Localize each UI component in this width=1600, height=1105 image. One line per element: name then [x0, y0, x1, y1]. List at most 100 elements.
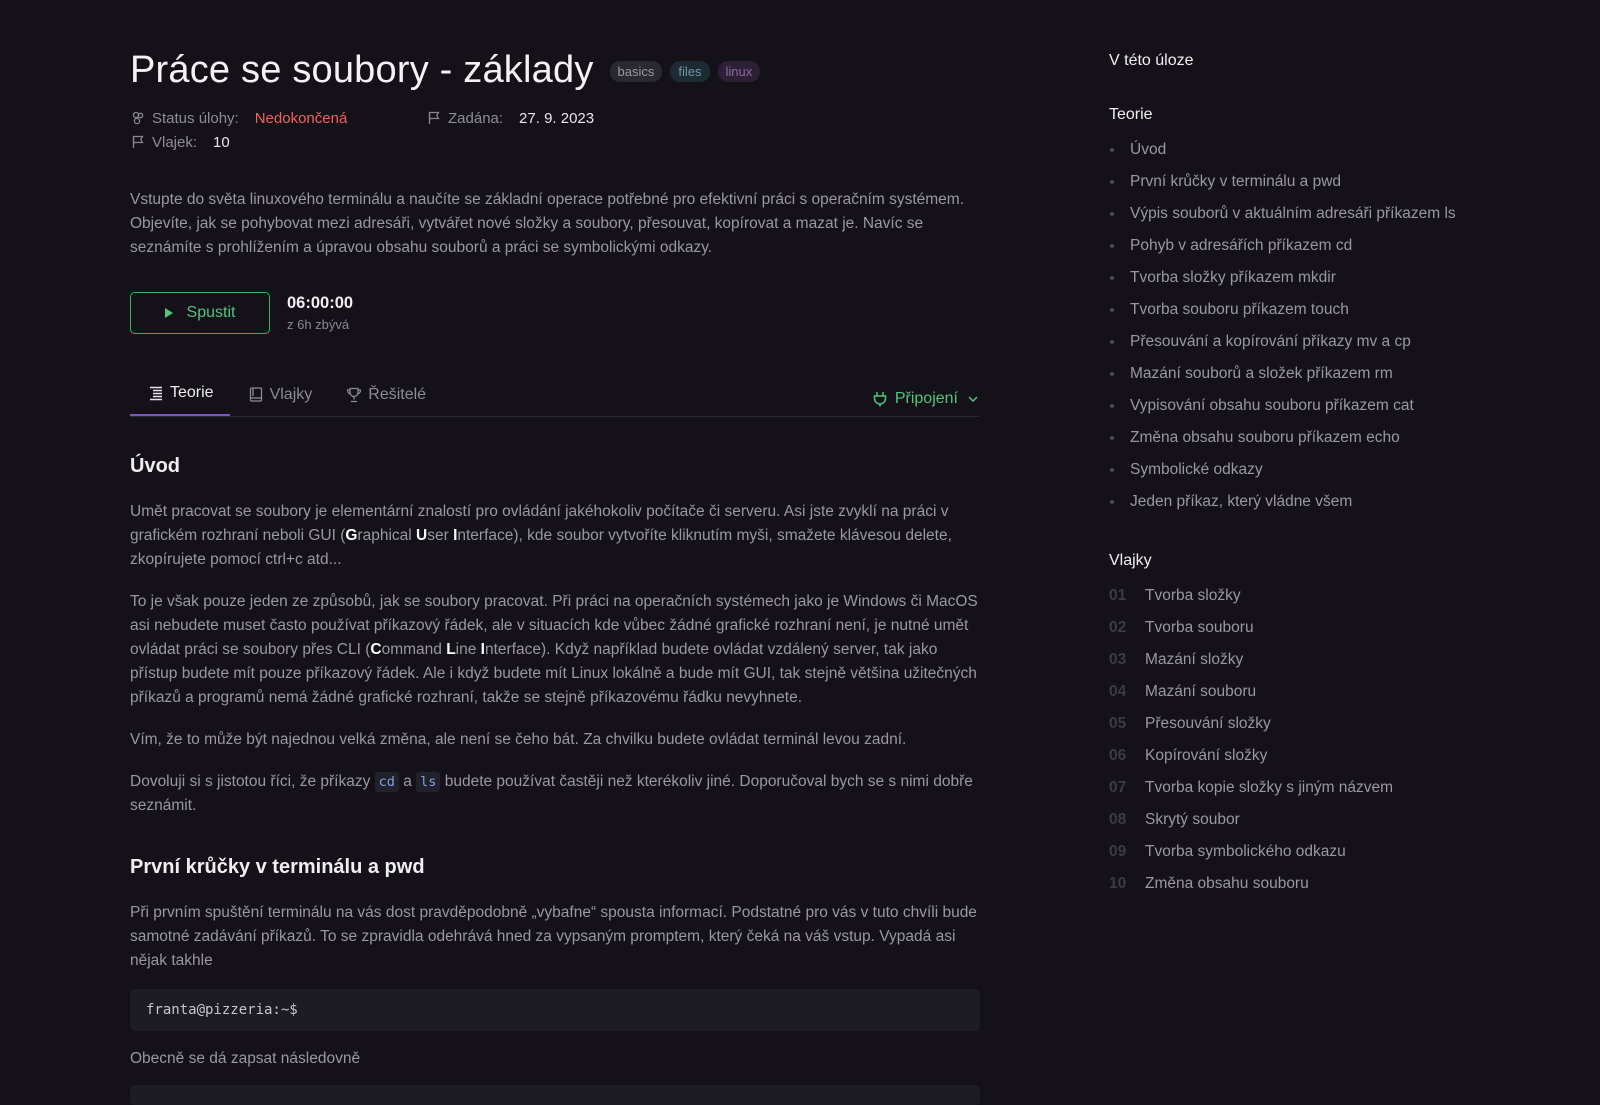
flag-item[interactable]: 01 Tvorba složky — [1109, 580, 1579, 612]
flag-item[interactable]: 07 Tvorba kopie složky s jiným názvem — [1109, 772, 1579, 804]
flags-count-label: Vlajek: — [152, 133, 198, 151]
text: a — [398, 773, 417, 790]
flag-item[interactable]: 09 Tvorba symbolického odkazu — [1109, 836, 1579, 868]
toc-item[interactable]: První krůčky v terminálu a pwd — [1109, 166, 1579, 198]
toc-item-label: Tvorba složky příkazem mkdir — [1130, 269, 1336, 286]
plug-icon — [873, 391, 887, 407]
list-icon — [148, 385, 164, 401]
tag-list: basics files linux — [609, 60, 761, 82]
text: ser — [427, 527, 454, 544]
flag-item[interactable]: 06 Kopírování složky — [1109, 740, 1579, 772]
paragraph: Při prvním spuštění terminálu na vás dos… — [130, 904, 977, 969]
toc-item[interactable]: Změna obsahu souboru příkazem echo — [1109, 422, 1579, 454]
toc-item-label: Úvod — [1130, 141, 1167, 158]
flag-label: Tvorba souboru — [1145, 619, 1254, 636]
toc-item[interactable]: Výpis souborů v aktuálním adresáři příka… — [1109, 198, 1579, 230]
toc-item-label: Mazání souborů a složek příkazem rm — [1130, 365, 1393, 382]
flag-item[interactable]: 04 Mazání souboru — [1109, 676, 1579, 708]
toc-item[interactable]: Tvorba souboru příkazem touch — [1109, 294, 1579, 326]
flag-label: Mazání souboru — [1145, 683, 1257, 700]
flag-label: Změna obsahu souboru — [1145, 875, 1309, 892]
flag-label: Přesouvání složky — [1145, 715, 1271, 732]
book-icon — [248, 387, 264, 403]
tab-bar: Teorie Vlajky Řešitelé Připojení — [130, 372, 980, 417]
section-heading-pwd: První krůčky v terminálu a pwd — [130, 856, 425, 878]
flag-number: 10 — [1109, 875, 1127, 892]
toc-item-label: Symbolické odkazy — [1130, 461, 1263, 478]
emphasis: U — [416, 527, 428, 544]
toc-item-label: Přesouvání a kopírování příkazy mv a cp — [1130, 333, 1411, 350]
bullet-icon — [1110, 212, 1114, 216]
toc-item[interactable]: Tvorba složky příkazem mkdir — [1109, 262, 1579, 294]
tag-linux[interactable]: linux — [717, 60, 761, 82]
code-block[interactable]: franta@pizzeria:~$ — [130, 989, 980, 1031]
paragraph: To je však pouze jeden ze způsobů, jak s… — [130, 590, 980, 710]
meta-row-1: Status úlohy: Nedokončená Zadána: 27. 9.… — [130, 106, 980, 130]
flag-label: Skrytý soubor — [1145, 811, 1240, 828]
paragraph: Obecně se dá zapsat následovně — [130, 1050, 361, 1067]
meta-row-2: Vlajek: 10 — [130, 130, 980, 154]
bullet-icon — [1110, 468, 1114, 472]
tab-solvers-label: Řešitelé — [368, 385, 427, 403]
start-button-label: Spustit — [186, 304, 236, 321]
flag-icon — [426, 110, 442, 126]
emphasis: L — [446, 641, 456, 658]
bullet-icon — [1110, 436, 1114, 440]
toc-item[interactable]: Mazání souborů a složek příkazem rm — [1109, 358, 1579, 390]
play-icon — [164, 308, 173, 318]
flag-icon — [130, 134, 146, 150]
tab-flags[interactable]: Vlajky — [230, 373, 329, 416]
connection-dropdown[interactable]: Připojení — [873, 390, 978, 408]
task-meta: Status úlohy: Nedokončená Zadána: 27. 9.… — [130, 106, 980, 154]
flag-item[interactable]: 02 Tvorba souboru — [1109, 612, 1579, 644]
flag-item[interactable]: 03 Mazání složky — [1109, 644, 1579, 676]
toc-item[interactable]: Úvod — [1109, 134, 1579, 166]
bullet-icon — [1110, 276, 1114, 280]
timer: 06:00:00 z 6h zbývá — [287, 294, 353, 332]
flag-item[interactable]: 10 Změna obsahu souboru — [1109, 868, 1579, 900]
tag-files[interactable]: files — [670, 60, 710, 82]
tab-solvers[interactable]: Řešitelé — [328, 373, 442, 416]
timer-value: 06:00:00 — [287, 294, 354, 312]
sidebar-theory-heading: Teorie — [1109, 106, 1153, 123]
theory-content: Úvod Umět pracovat se soubory je element… — [130, 455, 980, 1105]
task-description: Vstupte do světa linuxového terminálu a … — [130, 191, 965, 256]
code-block[interactable] — [130, 1085, 980, 1105]
tab-flags-label: Vlajky — [269, 385, 313, 403]
flag-label: Tvorba symbolického odkazu — [1145, 843, 1346, 860]
toc-item-label: Pohyb v adresářích příkazem cd — [1130, 237, 1353, 254]
flag-number: 03 — [1109, 651, 1127, 668]
flag-label: Tvorba složky — [1145, 587, 1241, 604]
section-heading-intro: Úvod — [130, 455, 180, 477]
tab-theory-label: Teorie — [170, 384, 214, 401]
run-row: Spustit 06:00:00 z 6h zbývá — [130, 292, 980, 334]
sidebar: V této úloze Teorie Úvod První krůčky v … — [1109, 0, 1579, 900]
paragraph: Umět pracovat se soubory je elementární … — [130, 500, 980, 572]
toc-item[interactable]: Symbolické odkazy — [1109, 454, 1579, 486]
text: ommand — [381, 641, 447, 658]
flag-item[interactable]: 05 Přesouvání složky — [1109, 708, 1579, 740]
bullet-icon — [1110, 148, 1114, 152]
start-button[interactable]: Spustit — [130, 292, 270, 334]
flag-number: 07 — [1109, 779, 1127, 796]
tab-theory[interactable]: Teorie — [130, 372, 230, 416]
toc-item[interactable]: Přesouvání a kopírování příkazy mv a cp — [1109, 326, 1579, 358]
text: nterface — [457, 527, 514, 544]
page-title: Práce se soubory - základy — [130, 48, 594, 91]
assigned-value: 27. 9. 2023 — [519, 109, 595, 127]
tag-basics[interactable]: basics — [609, 60, 663, 82]
toc-item-label: Změna obsahu souboru příkazem echo — [1130, 429, 1400, 446]
sidebar-flags-heading: Vlajky — [1109, 552, 1152, 569]
flags-list: 01 Tvorba složky 02 Tvorba souboru 03 Mazán… — [1109, 580, 1579, 900]
bullet-icon — [1110, 404, 1114, 408]
assigned-label: Zadána: — [448, 109, 504, 127]
bullet-icon — [1110, 500, 1114, 504]
emphasis: G — [345, 527, 358, 544]
bullet-icon — [1110, 340, 1114, 344]
flag-item[interactable]: 08 Skrytý soubor — [1109, 804, 1579, 836]
toc-item[interactable]: Vypisování obsahu souboru příkazem cat — [1109, 390, 1579, 422]
text: raphical — [357, 527, 417, 544]
connection-label: Připojení — [894, 390, 958, 407]
toc-item[interactable]: Pohyb v adresářích příkazem cd — [1109, 230, 1579, 262]
toc-item[interactable]: Jeden příkaz, který vládne všem — [1109, 486, 1579, 518]
